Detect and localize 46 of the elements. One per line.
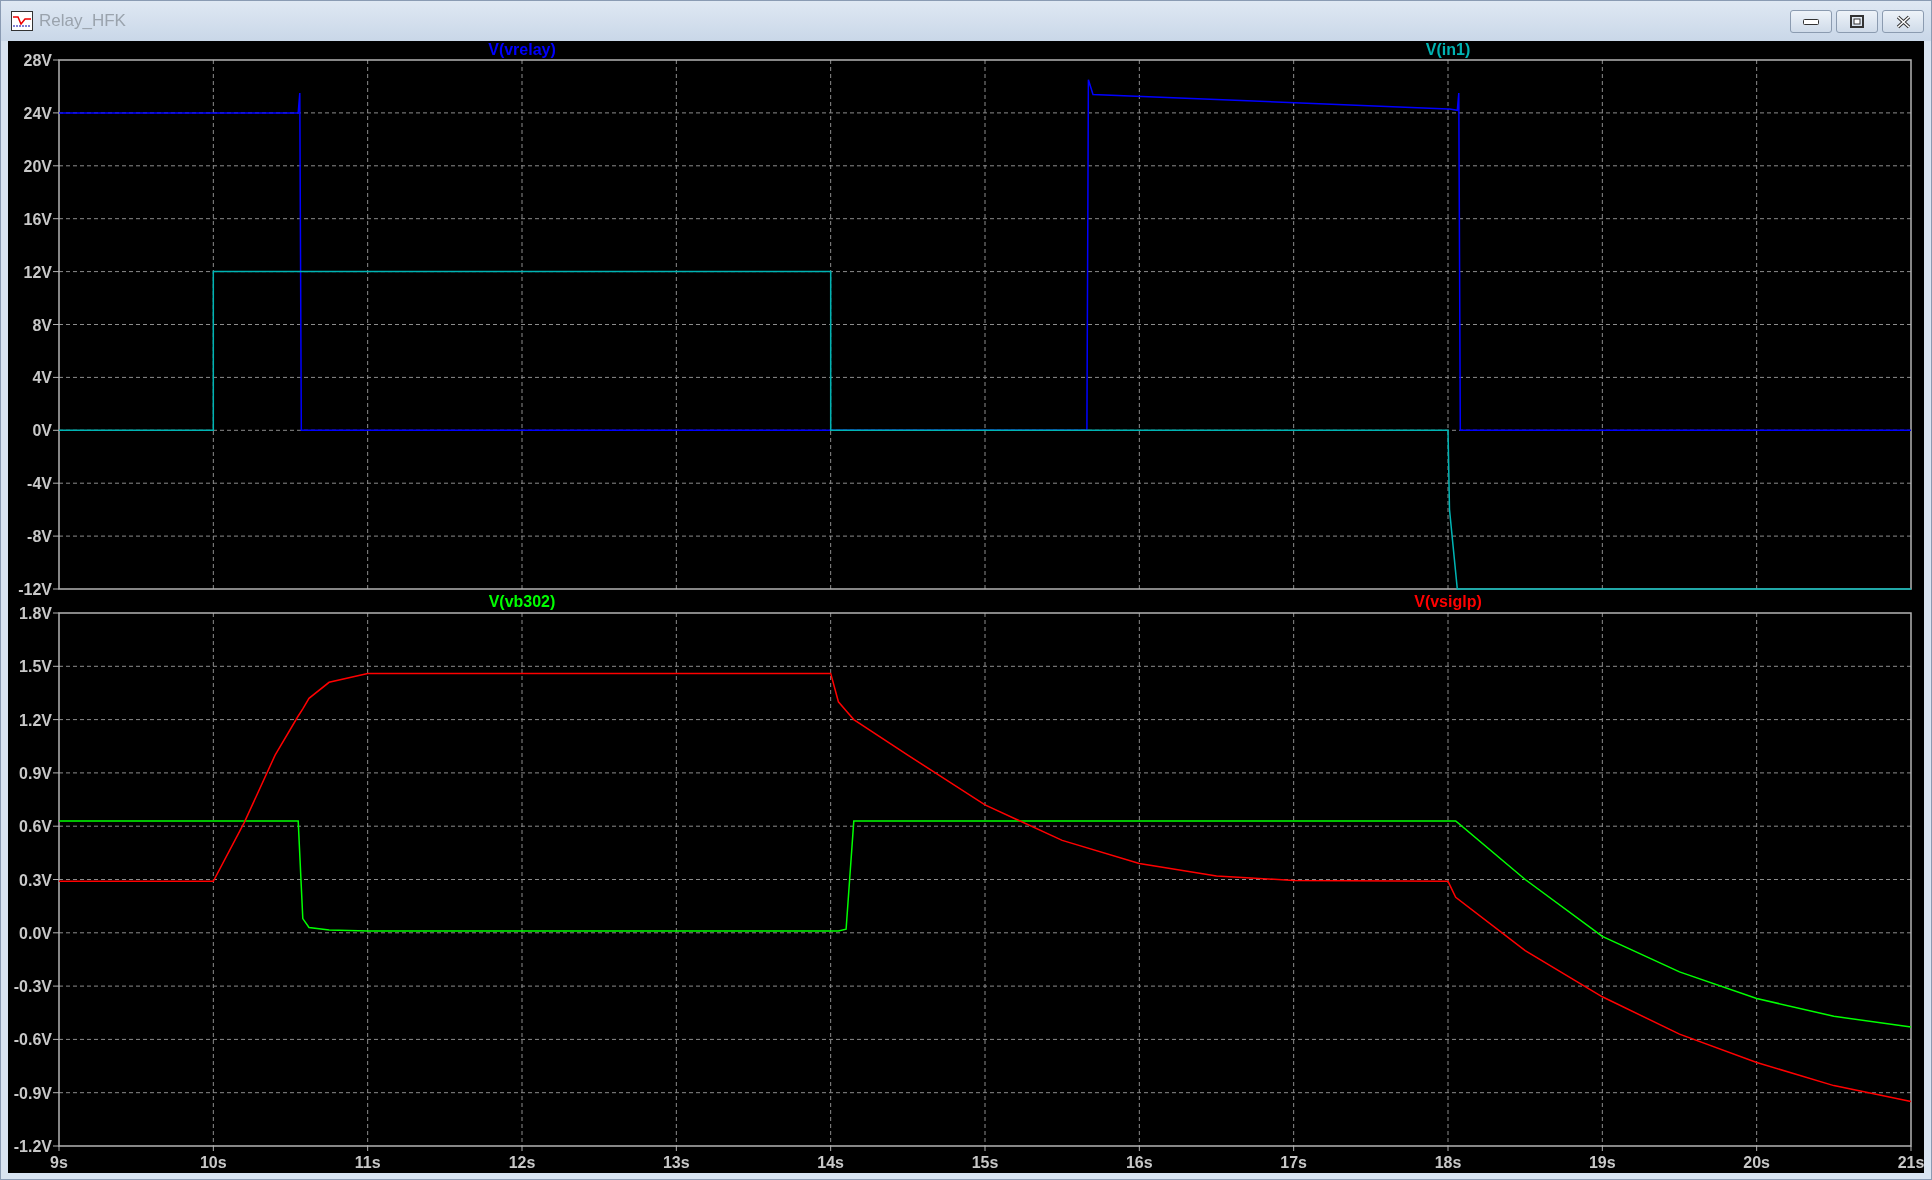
y-axis-tick-label: 0.6V bbox=[19, 818, 52, 836]
y-axis-tick-label: 4V bbox=[32, 369, 52, 387]
x-axis-tick-label: 15s bbox=[971, 1154, 999, 1171]
y-axis-tick-label: 0.0V bbox=[19, 924, 52, 942]
x-axis-tick-label: 12s bbox=[508, 1154, 536, 1171]
x-axis-tick-label: 10s bbox=[200, 1154, 227, 1171]
x-axis-tick-label: 13s bbox=[663, 1154, 690, 1171]
y-axis-tick-label: -8V bbox=[27, 528, 52, 546]
minimize-icon bbox=[1803, 18, 1819, 25]
maximize-button[interactable] bbox=[1836, 10, 1878, 33]
x-axis-tick-label: 17s bbox=[1280, 1154, 1307, 1171]
y-axis-tick-label: 0.9V bbox=[19, 764, 52, 782]
close-icon bbox=[1895, 14, 1911, 29]
y-axis-tick-label: 24V bbox=[23, 104, 52, 122]
x-axis-tick-label: 20s bbox=[1743, 1154, 1770, 1171]
y-axis-tick-label: 0V bbox=[32, 422, 52, 440]
x-axis-tick-label: 16s bbox=[1126, 1154, 1153, 1171]
y-axis-tick-label: 8V bbox=[32, 316, 52, 334]
maximize-icon bbox=[1850, 15, 1864, 28]
x-axis-tick-label: 21s bbox=[1897, 1154, 1925, 1171]
trace-label[interactable]: V(vb302) bbox=[488, 593, 556, 610]
trace-label[interactable]: V(vsiglp) bbox=[1414, 593, 1482, 610]
y-axis-tick-label: 12V bbox=[23, 263, 52, 281]
waveform-window-icon bbox=[11, 11, 33, 31]
y-axis-tick-label: -0.3V bbox=[13, 978, 52, 996]
y-axis-tick-label: 28V bbox=[23, 52, 52, 69]
trace-label[interactable]: V(in1) bbox=[1425, 41, 1471, 58]
x-axis-tick-label: 14s bbox=[817, 1154, 844, 1171]
minimize-button[interactable] bbox=[1790, 10, 1832, 33]
x-axis-tick-label: 19s bbox=[1589, 1154, 1616, 1171]
y-axis-tick-label: -0.6V bbox=[13, 1031, 52, 1049]
y-axis-tick-label: -0.9V bbox=[13, 1084, 52, 1102]
y-axis-tick-label: -12V bbox=[18, 581, 52, 598]
y-axis-tick-label: 1.5V bbox=[19, 658, 52, 676]
x-axis-tick-label: 18s bbox=[1434, 1154, 1462, 1171]
y-axis-tick-label: 0.3V bbox=[19, 871, 52, 889]
y-axis-tick-label: 20V bbox=[23, 157, 52, 175]
y-axis-tick-label: 1.8V bbox=[19, 605, 52, 622]
y-axis-tick-label: 1.2V bbox=[19, 711, 52, 729]
x-axis-tick-label: 11s bbox=[354, 1154, 381, 1171]
window-title: Relay_HFK bbox=[39, 11, 127, 31]
y-axis-tick-label: -1.2V bbox=[13, 1138, 52, 1155]
y-axis-tick-label: 16V bbox=[23, 210, 52, 228]
x-axis-tick-label: 9s bbox=[50, 1154, 68, 1171]
close-button[interactable] bbox=[1882, 10, 1924, 33]
y-axis-tick-label: -4V bbox=[27, 475, 52, 493]
